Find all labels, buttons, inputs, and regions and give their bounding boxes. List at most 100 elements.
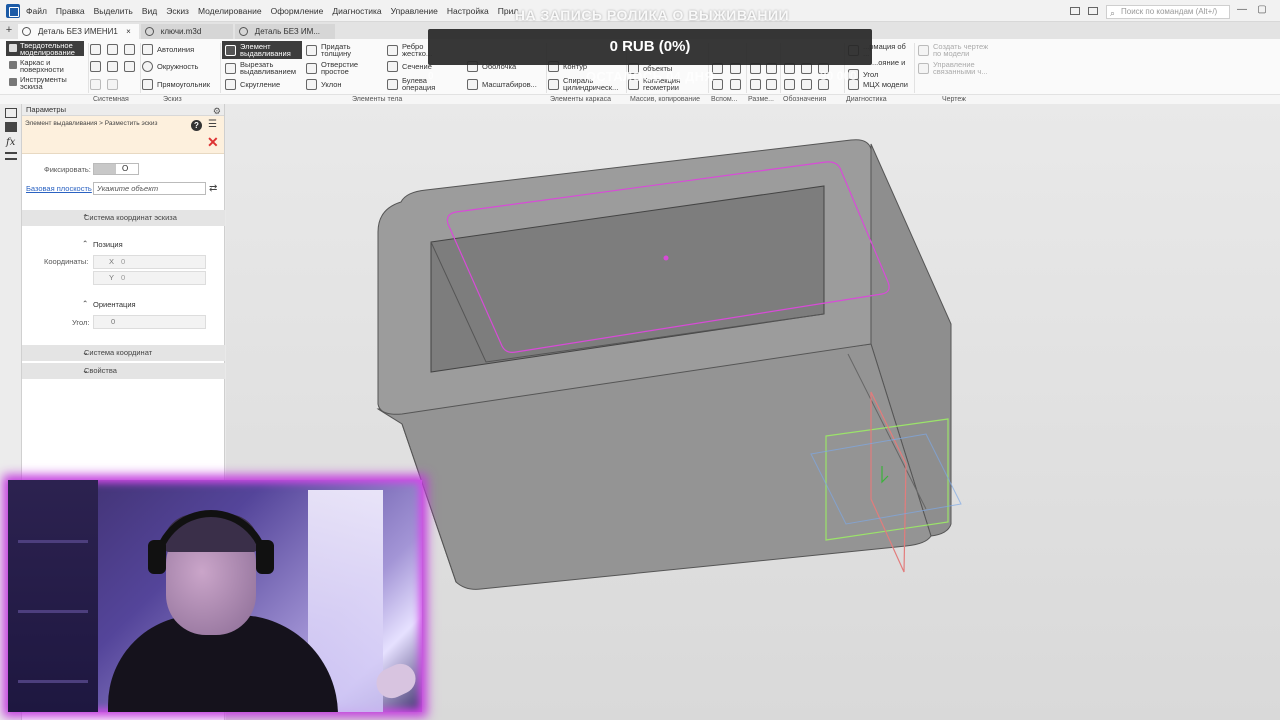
- extrude-button[interactable]: Элемент выдавливания: [222, 41, 302, 59]
- rectangle-button[interactable]: Прямоугольник: [142, 79, 210, 90]
- flip-direction-icon[interactable]: ⇄: [209, 183, 217, 194]
- redo-icon[interactable]: [107, 79, 118, 90]
- menu-view[interactable]: Вид: [142, 6, 157, 16]
- notation-base-icon[interactable]: [784, 79, 795, 90]
- fix-toggle[interactable]: O: [93, 163, 139, 175]
- command-search-input[interactable]: ⌕ Поиск по командам (Alt+/): [1106, 5, 1230, 19]
- maximize-icon[interactable]: ▢: [1256, 4, 1268, 16]
- tab-detail-1[interactable]: Деталь БЕЗ ИМЕНИ1 ×: [18, 24, 139, 39]
- cmd-label: Придать толщину: [321, 42, 351, 58]
- angle-field[interactable]: 0: [93, 315, 206, 329]
- webcam-frame: [8, 480, 422, 712]
- scale-icon: [467, 79, 478, 90]
- close-icon[interactable]: ✕: [207, 135, 219, 149]
- mode-solid-modeling[interactable]: Твердотельное моделирование: [6, 41, 84, 56]
- shelf-plank: [18, 680, 88, 683]
- cmd-label: МЦХ модели: [863, 80, 908, 89]
- variables-fx-icon[interactable]: fx: [6, 137, 21, 148]
- y-coordinate-field[interactable]: Y 0: [93, 271, 206, 285]
- section-properties[interactable]: ⌄ Свойства: [22, 363, 225, 379]
- parameters-tab-icon[interactable]: [5, 108, 17, 118]
- menu-diagnostics[interactable]: Диагностика: [332, 6, 381, 16]
- mode-label: Инструменты эскиза: [20, 74, 67, 91]
- help-icon[interactable]: ?: [191, 120, 202, 131]
- panel-title: Параметры: [26, 105, 66, 114]
- new-file-icon[interactable]: [90, 44, 101, 55]
- simple-hole-button[interactable]: Отверстие простое: [306, 61, 372, 75]
- undo-icon[interactable]: [90, 79, 101, 90]
- tab-label: ключи.m3d: [160, 27, 202, 36]
- manage-linked-drawings-button[interactable]: Управление связанными ч...: [918, 61, 994, 75]
- menu-sketch[interactable]: Эскиз: [166, 6, 189, 16]
- group-label-notation: Обозначения: [783, 96, 827, 103]
- angle-value: 0: [111, 317, 116, 326]
- fillet-button[interactable]: Скругление: [225, 79, 280, 90]
- drawing-icon: [918, 44, 929, 56]
- section-coordinate-system[interactable]: ⌄ Система координат: [22, 345, 225, 361]
- group-separator: [220, 43, 221, 93]
- fillet-icon: [225, 79, 236, 90]
- new-tab-plus-icon[interactable]: +: [0, 22, 18, 39]
- dimension-radial-icon[interactable]: [750, 79, 761, 90]
- cmd-label: Скругление: [240, 80, 281, 89]
- section-title: Система координат: [84, 348, 153, 357]
- mode-switcher: Твердотельное моделирование Каркас и пов…: [6, 41, 84, 92]
- position-heading: Позиция: [93, 240, 123, 249]
- minimize-icon[interactable]: —: [1236, 4, 1248, 16]
- screenshot-icon[interactable]: [1088, 7, 1098, 15]
- section-sketch-coordinate-system[interactable]: ⌃ Система координат эскиза: [22, 210, 225, 226]
- x-value: 0: [121, 257, 126, 266]
- tab-label: Деталь БЕЗ ИМЕНИ1: [38, 27, 118, 36]
- menu-settings[interactable]: Настройка: [447, 6, 489, 16]
- rib-button[interactable]: Ребро жестко...: [387, 43, 432, 57]
- tree-tab-icon[interactable]: [5, 122, 17, 132]
- properties-icon[interactable]: [107, 61, 118, 72]
- mode-wireframe-surfaces[interactable]: Каркас и поверхности: [6, 58, 84, 73]
- scale-button[interactable]: Масштабиров...: [467, 79, 537, 90]
- mode-sketch-tools[interactable]: Инструменты эскиза: [6, 75, 84, 90]
- menu-select[interactable]: Выделить: [94, 6, 133, 16]
- section-icon: [387, 61, 398, 72]
- base-plane-link[interactable]: Базовая плоскость: [26, 184, 92, 193]
- goal-start-value: 0: [428, 71, 434, 82]
- layout-icon[interactable]: [1070, 7, 1080, 15]
- chevron-up-icon[interactable]: ⌃: [82, 299, 88, 308]
- spiral-icon: [548, 78, 559, 90]
- cut-extrude-button[interactable]: Вырезать выдавливанием: [225, 61, 303, 75]
- chevron-up-icon[interactable]: ⌃: [82, 239, 88, 248]
- distance-button[interactable]: ...ояние и: [872, 59, 905, 67]
- autoline-button[interactable]: Автолиния: [142, 44, 194, 55]
- dimension-auto-icon[interactable]: [766, 79, 777, 90]
- notation-tolerance-icon[interactable]: [801, 79, 812, 90]
- group-label-system: Системная: [93, 96, 129, 103]
- cmd-label: Вырезать выдавливанием: [240, 60, 297, 76]
- list-settings-icon[interactable]: ☰: [208, 119, 217, 130]
- group-label-array: Массив, копирование: [630, 96, 701, 103]
- menu-modeling[interactable]: Моделирование: [198, 6, 262, 16]
- save-icon[interactable]: [124, 44, 135, 55]
- open-folder-icon[interactable]: [107, 44, 118, 55]
- circle-button[interactable]: Окружность: [142, 61, 198, 72]
- section-button[interactable]: Сечение: [387, 61, 432, 72]
- command-search-placeholder: Поиск по командам (Alt+/): [1121, 7, 1218, 16]
- layers-tab-icon[interactable]: [5, 152, 17, 160]
- save-all-icon[interactable]: [124, 61, 135, 72]
- tab-detail-2[interactable]: Деталь БЕЗ ИМ...: [234, 24, 335, 39]
- draft-icon: [306, 79, 317, 90]
- chevron-up-icon: ⌃: [82, 213, 89, 222]
- coordinates-label: Координаты:: [44, 257, 89, 266]
- menu-design[interactable]: Оформление: [271, 6, 324, 16]
- menu-manage[interactable]: Управление: [391, 6, 438, 16]
- draft-button[interactable]: Уклон: [306, 79, 342, 90]
- tab-close-icon[interactable]: ×: [126, 27, 131, 36]
- create-drawing-button[interactable]: Создать чертеж по модели: [918, 43, 994, 57]
- donation-progress-bar: 0 RUB (0%): [428, 29, 872, 65]
- tab-keys[interactable]: ключи.m3d: [140, 24, 233, 39]
- print-icon[interactable]: [90, 61, 101, 72]
- menu-file[interactable]: Файл: [26, 6, 47, 16]
- part-document-icon: [22, 27, 31, 36]
- thicken-button[interactable]: Придать толщину: [306, 43, 372, 57]
- menu-edit[interactable]: Правка: [56, 6, 85, 16]
- x-coordinate-field[interactable]: X 0: [93, 255, 206, 269]
- base-plane-input[interactable]: Укажите объект: [93, 182, 206, 195]
